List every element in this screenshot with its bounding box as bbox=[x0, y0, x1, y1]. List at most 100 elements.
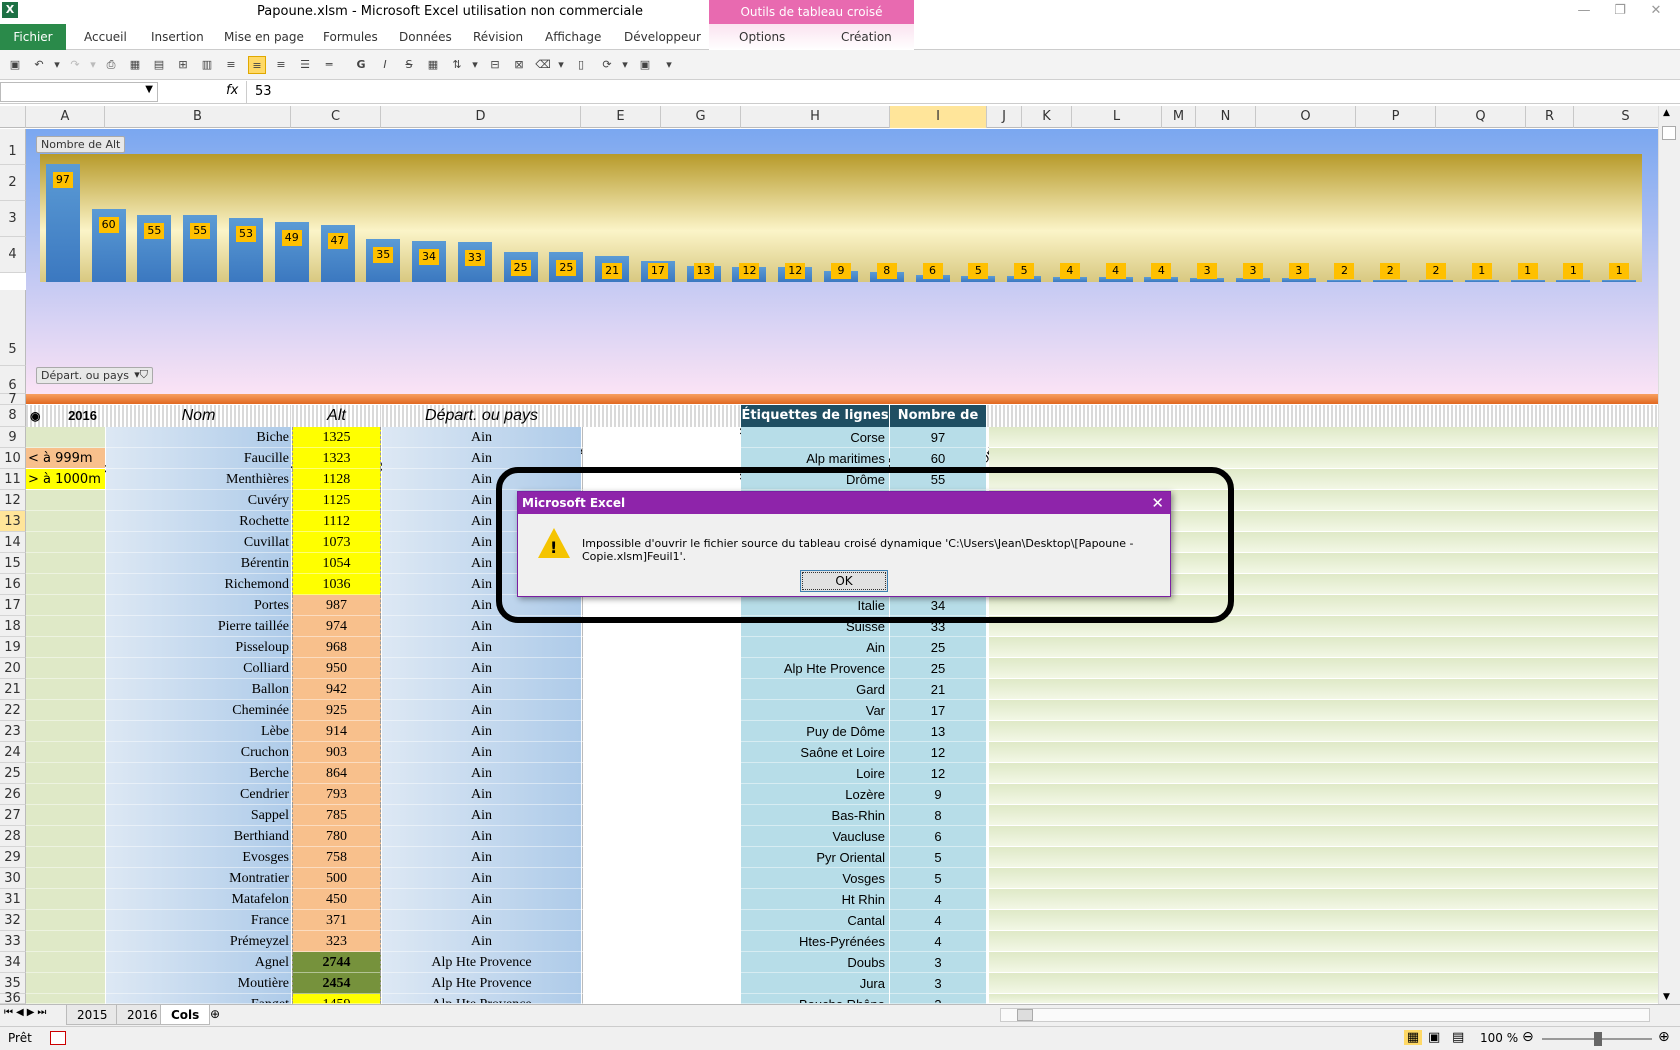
dept-cell[interactable]: Ain bbox=[382, 889, 581, 910]
col-name-cell[interactable]: Pisseloup bbox=[106, 637, 291, 658]
empty-cell[interactable] bbox=[582, 973, 740, 994]
pivot-row-label[interactable]: Ht Rhin bbox=[741, 889, 889, 910]
column-a-cell[interactable] bbox=[26, 637, 105, 658]
altitude-cell[interactable]: 903 bbox=[292, 742, 381, 763]
empty-cell[interactable] bbox=[582, 448, 740, 469]
col-name-cell[interactable]: Cendrier bbox=[106, 784, 291, 805]
pivot-row-label[interactable]: Doubs bbox=[741, 952, 889, 973]
column-a-cell[interactable] bbox=[26, 910, 105, 931]
pivot-row-label[interactable]: Pyr Oriental bbox=[741, 847, 889, 868]
altitude-cell[interactable]: 1128 bbox=[292, 469, 381, 490]
altitude-cell[interactable]: 1325 bbox=[292, 427, 381, 448]
tab-affichage[interactable]: Affichage bbox=[545, 24, 601, 50]
column-header-d[interactable]: D bbox=[381, 106, 581, 128]
zoom-slider[interactable] bbox=[1542, 1032, 1652, 1046]
col-name-cell[interactable]: Lèbe bbox=[106, 721, 291, 742]
undo-dropdown-icon[interactable]: ▾ bbox=[48, 56, 66, 74]
col-name-cell[interactable]: Portes bbox=[106, 595, 291, 616]
dept-cell[interactable]: Ain bbox=[382, 700, 581, 721]
dept-cell[interactable]: Ain bbox=[382, 427, 581, 448]
row-header-12[interactable]: 12 bbox=[0, 490, 26, 511]
altitude-cell[interactable]: 785 bbox=[292, 805, 381, 826]
row-header-36[interactable]: 36 bbox=[0, 992, 26, 1005]
dept-cell[interactable]: Ain bbox=[382, 658, 581, 679]
customize-toolbar-icon[interactable]: ▾ bbox=[660, 56, 678, 74]
dept-cell[interactable]: Ain bbox=[382, 931, 581, 952]
table-icon[interactable]: ▦ bbox=[126, 56, 144, 74]
col-name-cell[interactable]: Cruchon bbox=[106, 742, 291, 763]
zoom-level[interactable]: 100 % bbox=[1480, 1031, 1518, 1045]
dept-cell[interactable]: Ain bbox=[382, 784, 581, 805]
year-filter-cell[interactable]: ◉ 2016 bbox=[26, 405, 105, 427]
column-header-p[interactable]: P bbox=[1356, 106, 1436, 128]
formula-input[interactable]: 53 bbox=[246, 81, 1666, 103]
altitude-cell[interactable]: 758 bbox=[292, 847, 381, 868]
pivot-row-value[interactable]: 6 bbox=[890, 826, 986, 847]
scroll-down-icon[interactable]: ▼ bbox=[1663, 992, 1670, 1002]
row-header-9[interactable]: 9 bbox=[0, 427, 26, 448]
column-header-o[interactable]: O bbox=[1256, 106, 1356, 128]
header-nom[interactable]: Nom bbox=[106, 405, 291, 427]
column-a-cell[interactable] bbox=[26, 931, 105, 952]
column-a-cell[interactable] bbox=[26, 994, 105, 1004]
row-header-33[interactable]: 33 bbox=[0, 931, 26, 952]
column-header-q[interactable]: Q bbox=[1436, 106, 1526, 128]
column-a-cell[interactable] bbox=[26, 973, 105, 994]
pivot-row-label[interactable]: Cantal bbox=[741, 910, 889, 931]
column-a-cell[interactable] bbox=[26, 784, 105, 805]
chart-bar[interactable] bbox=[1419, 279, 1454, 282]
empty-cell[interactable] bbox=[582, 721, 740, 742]
pivot-row-value[interactable]: 3 bbox=[890, 994, 986, 1004]
col-name-cell[interactable]: Menthières bbox=[106, 469, 291, 490]
altitude-cell[interactable]: 987 bbox=[292, 595, 381, 616]
pivot-row-value[interactable]: 17 bbox=[890, 700, 986, 721]
col-name-cell[interactable]: Evosges bbox=[106, 847, 291, 868]
column-a-cell[interactable] bbox=[26, 847, 105, 868]
pivot-row-label[interactable]: Htes-Pyrénées bbox=[741, 931, 889, 952]
clear-dropdown-icon[interactable]: ▾ bbox=[552, 56, 570, 74]
justify-icon[interactable]: ☰ bbox=[296, 56, 314, 74]
dept-cell[interactable]: Alp Hte Provence bbox=[382, 973, 581, 994]
pivot-chart[interactable]: Nombre de Alt 97 60 55 55 53 49 47 35 34 33 25 25 21… bbox=[26, 129, 1661, 506]
pivot-row-label[interactable]: Saône et Loire bbox=[741, 742, 889, 763]
redo-icon[interactable]: ↷ bbox=[66, 56, 84, 74]
pivot-table-icon[interactable]: ▦ bbox=[424, 56, 442, 74]
row-header-25[interactable]: 25 bbox=[0, 763, 26, 784]
field-list-icon[interactable]: ▣ bbox=[636, 56, 654, 74]
altitude-cell[interactable]: 1073 bbox=[292, 532, 381, 553]
normal-view-icon[interactable]: ▦ bbox=[1404, 1030, 1422, 1045]
tab-mise-en-page[interactable]: Mise en page bbox=[224, 24, 304, 50]
altitude-cell[interactable]: 864 bbox=[292, 763, 381, 784]
pivot-row-value[interactable]: 21 bbox=[890, 679, 986, 700]
row-header-22[interactable]: 22 bbox=[0, 700, 26, 721]
column-a-cell[interactable] bbox=[26, 574, 105, 595]
empty-cell[interactable] bbox=[582, 826, 740, 847]
pivot-row-value[interactable]: 3 bbox=[890, 952, 986, 973]
chart-bar[interactable] bbox=[1327, 279, 1362, 282]
pivot-row-value[interactable]: 4 bbox=[890, 910, 986, 931]
column-a-cell[interactable] bbox=[26, 868, 105, 889]
chart-bar[interactable] bbox=[1510, 280, 1545, 282]
row-header-3[interactable]: 3 bbox=[0, 201, 26, 237]
sort-icon[interactable]: ⇅ bbox=[448, 56, 466, 74]
dept-cell[interactable]: Ain bbox=[382, 805, 581, 826]
row-header-14[interactable]: 14 bbox=[0, 532, 26, 553]
column-a-cell[interactable] bbox=[26, 679, 105, 700]
pivot-row-label[interactable]: Lozère bbox=[741, 784, 889, 805]
col-name-cell[interactable]: Colliard bbox=[106, 658, 291, 679]
dept-cell[interactable]: Alp Hte Provence bbox=[382, 994, 581, 1004]
row-header-1[interactable]: 1 bbox=[0, 129, 26, 165]
grid-icon[interactable]: ▤ bbox=[150, 56, 168, 74]
empty-cell[interactable] bbox=[582, 952, 740, 973]
col-name-cell[interactable]: Cuvéry bbox=[106, 490, 291, 511]
pivot-row-value[interactable]: 8 bbox=[890, 805, 986, 826]
pivot-row-label[interactable]: Gard bbox=[741, 679, 889, 700]
column-header-a[interactable]: A bbox=[26, 106, 105, 128]
row-header-32[interactable]: 32 bbox=[0, 910, 26, 931]
altitude-cell[interactable]: 450 bbox=[292, 889, 381, 910]
strike-line-icon[interactable]: ═ bbox=[320, 56, 338, 74]
col-name-cell[interactable]: Berthiand bbox=[106, 826, 291, 847]
column-header-n[interactable]: N bbox=[1196, 106, 1256, 128]
col-name-cell[interactable]: Faucille bbox=[106, 448, 291, 469]
close-window-icon[interactable]: ✕ bbox=[1644, 2, 1668, 20]
